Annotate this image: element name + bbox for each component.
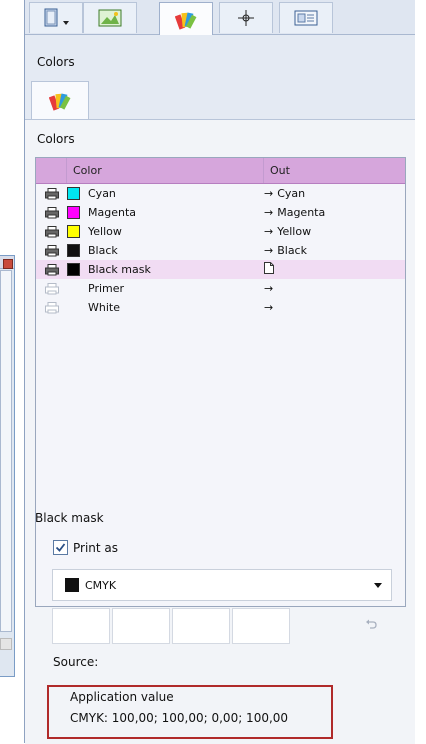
layout-tool-button[interactable] bbox=[279, 2, 333, 33]
output-cell: → Black bbox=[257, 244, 307, 257]
output-name: Yellow bbox=[277, 225, 312, 238]
toolbar bbox=[25, 0, 415, 36]
print-as-select[interactable]: CMYK bbox=[52, 569, 392, 601]
printer-icon[interactable] bbox=[36, 187, 67, 200]
color-swatch bbox=[65, 578, 79, 592]
value-field-1[interactable] bbox=[52, 608, 110, 644]
application-value-label: Application value bbox=[70, 690, 174, 704]
background-window bbox=[0, 255, 15, 677]
colors-tool-button[interactable] bbox=[159, 2, 213, 36]
value-fields bbox=[52, 608, 292, 644]
undo-icon[interactable] bbox=[365, 618, 377, 633]
color-name: Yellow bbox=[88, 225, 122, 238]
color-swatch bbox=[67, 206, 80, 219]
application-value-box: Application value CMYK: 100,00; 100,00; … bbox=[47, 685, 333, 739]
colors-panel: Colors Colors Color Out Cyan → Cyan Magenta… bbox=[24, 0, 415, 744]
background-window-close-icon[interactable] bbox=[3, 259, 13, 269]
arrow-right-icon: → bbox=[264, 282, 274, 295]
printer-icon[interactable] bbox=[36, 244, 67, 257]
arrow-right-icon: → bbox=[264, 225, 274, 238]
header-color-column[interactable]: Color bbox=[67, 158, 264, 183]
image-icon bbox=[98, 9, 122, 27]
table-row[interactable]: Black mask bbox=[36, 260, 405, 279]
color-name: Cyan bbox=[88, 187, 116, 200]
document-icon bbox=[264, 262, 274, 277]
header-out-column[interactable]: Out bbox=[264, 158, 405, 183]
color-swatch bbox=[67, 263, 80, 276]
print-as-option[interactable]: Print as bbox=[53, 540, 118, 555]
cmyk-values: CMYK: 100,00; 100,00; 0,00; 100,00 bbox=[70, 711, 289, 725]
output-name: Cyan bbox=[277, 187, 306, 200]
section-title: Colors bbox=[37, 55, 75, 69]
output-cell: → Magenta bbox=[257, 206, 325, 219]
table-rows: Cyan → Cyan Magenta → Magenta Yellow → Yellow Bla… bbox=[36, 184, 405, 317]
colors-section-tab[interactable] bbox=[31, 81, 89, 120]
output-cell bbox=[257, 262, 274, 277]
colors-list-title: Colors bbox=[37, 132, 75, 146]
colors-content: Colors Color Out Cyan → Cyan Magenta → Magent… bbox=[25, 119, 415, 744]
arrow-right-icon: → bbox=[264, 206, 274, 219]
printer-disabled-icon[interactable] bbox=[36, 301, 67, 314]
background-window-footer bbox=[0, 638, 12, 650]
crosshair-icon bbox=[238, 10, 254, 26]
print-as-label: Print as bbox=[73, 540, 119, 555]
chevron-down-icon bbox=[374, 583, 382, 588]
document-icon bbox=[44, 8, 58, 27]
color-name: Black mask bbox=[88, 263, 151, 276]
source-label: Source: bbox=[53, 655, 99, 669]
background-window-content bbox=[0, 270, 12, 632]
checkmark-icon bbox=[55, 543, 66, 552]
table-row[interactable]: Primer → bbox=[36, 279, 405, 298]
document-menu-button[interactable] bbox=[29, 2, 83, 33]
printer-disabled-icon[interactable] bbox=[36, 282, 67, 295]
arrow-right-icon: → bbox=[264, 187, 274, 200]
image-tool-button[interactable] bbox=[83, 2, 137, 33]
table-row[interactable]: White → bbox=[36, 298, 405, 317]
chevron-down-icon bbox=[63, 21, 69, 25]
color-swatch bbox=[67, 225, 80, 238]
value-field-2[interactable] bbox=[112, 608, 170, 644]
color-name: Magenta bbox=[88, 206, 137, 219]
table-header: Color Out bbox=[36, 158, 405, 184]
color-name: Black bbox=[88, 244, 118, 257]
crosshair-tool-button[interactable] bbox=[219, 2, 273, 33]
output-cell: → bbox=[257, 282, 277, 295]
table-row[interactable]: Cyan → Cyan bbox=[36, 184, 405, 203]
arrow-right-icon: → bbox=[264, 301, 274, 314]
value-field-3[interactable] bbox=[172, 608, 230, 644]
color-swatch bbox=[67, 301, 80, 314]
color-swatch bbox=[67, 282, 80, 295]
section-header: Colors bbox=[25, 35, 415, 120]
printer-icon[interactable] bbox=[36, 206, 67, 219]
print-as-select-value: CMYK bbox=[85, 578, 117, 592]
table-row[interactable]: Magenta → Magenta bbox=[36, 203, 405, 222]
color-name: Primer bbox=[88, 282, 125, 295]
printer-icon[interactable] bbox=[36, 225, 67, 238]
print-as-checkbox[interactable] bbox=[53, 540, 68, 555]
layout-icon bbox=[294, 10, 318, 26]
output-cell: → Yellow bbox=[257, 225, 311, 238]
table-row[interactable]: Black → Black bbox=[36, 241, 405, 260]
color-swatch bbox=[67, 244, 80, 257]
color-name: White bbox=[88, 301, 120, 314]
output-name: Magenta bbox=[277, 206, 326, 219]
output-name: Black bbox=[277, 244, 307, 257]
output-cell: → bbox=[257, 301, 277, 314]
arrow-right-icon: → bbox=[264, 244, 274, 257]
color-swatch bbox=[67, 187, 80, 200]
value-field-4[interactable] bbox=[232, 608, 290, 644]
color-swatches-icon bbox=[49, 93, 71, 111]
printer-icon[interactable] bbox=[36, 263, 67, 276]
detail-title: Black mask bbox=[35, 511, 104, 525]
header-print-column[interactable] bbox=[36, 158, 67, 183]
color-swatches-icon bbox=[175, 12, 197, 30]
output-cell: → Cyan bbox=[257, 187, 305, 200]
table-row[interactable]: Yellow → Yellow bbox=[36, 222, 405, 241]
